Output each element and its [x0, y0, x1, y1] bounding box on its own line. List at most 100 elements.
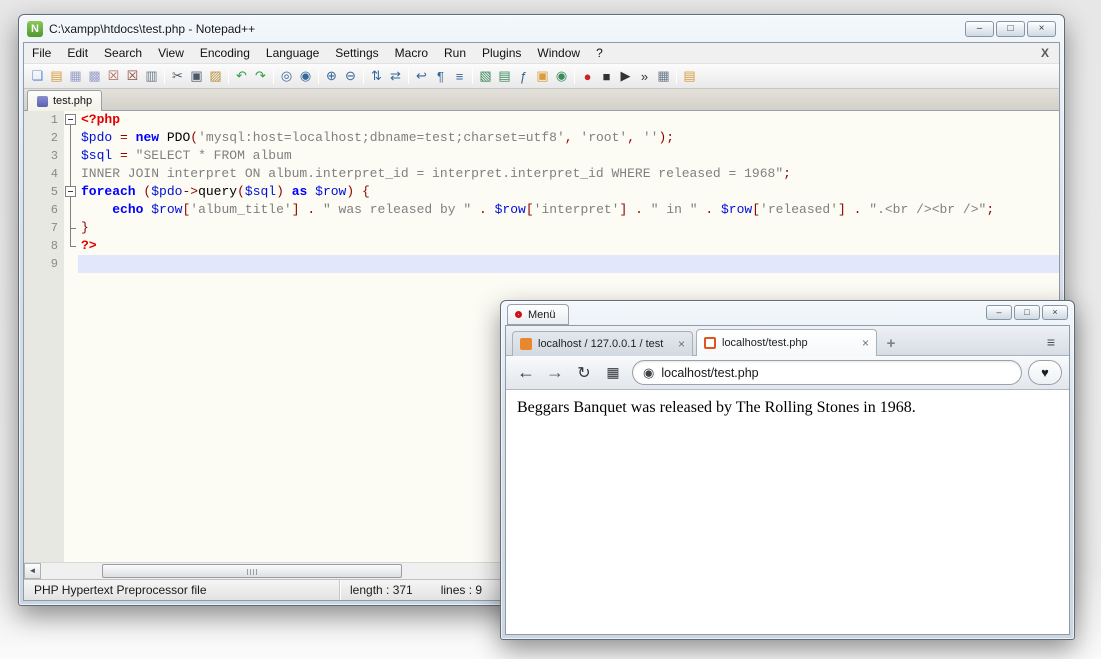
- replace-icon: ◉: [300, 68, 311, 84]
- fold-margin: [64, 219, 78, 237]
- toolbar-print-button[interactable]: ▥: [142, 67, 161, 86]
- code-line-2[interactable]: 2$pdo = new PDO('mysql:host=localhost;db…: [24, 129, 1059, 147]
- menu-item-window[interactable]: Window: [529, 44, 588, 62]
- tab-test-php[interactable]: test.php: [27, 90, 102, 111]
- line-number: 1: [24, 111, 64, 129]
- toolbar-zoom-out-button[interactable]: ⊖: [341, 67, 360, 86]
- browser-tab-1[interactable]: localhost / 127.0.0.1 / test×: [512, 331, 693, 356]
- tab-close-icon[interactable]: ×: [862, 337, 869, 349]
- close-button[interactable]: ×: [1042, 305, 1068, 320]
- monitoring-icon: ◉: [556, 68, 567, 84]
- toolbar-show-all-characters-button[interactable]: ¶: [431, 67, 450, 86]
- toolbar-redo-button[interactable]: ↷: [251, 67, 270, 86]
- scroll-left-arrow[interactable]: ◄: [24, 563, 41, 579]
- menu-item-settings[interactable]: Settings: [327, 44, 386, 62]
- opera-menu-label: Menü: [528, 309, 556, 321]
- scrollbar-thumb[interactable]: [102, 564, 402, 578]
- document-map-icon: ▧: [479, 68, 491, 84]
- forward-button[interactable]: →: [542, 360, 568, 386]
- toolbar-separator: [574, 69, 575, 84]
- zoom-in-icon: ⊕: [326, 68, 337, 84]
- toolbar-function-list-button[interactable]: ƒ: [514, 67, 533, 86]
- opera-menu-button[interactable]: Menü: [507, 304, 569, 325]
- toolbar-playback-macro-button[interactable]: ▶: [616, 67, 635, 86]
- code-line-9[interactable]: 9: [24, 255, 1059, 273]
- minimize-button[interactable]: –: [986, 305, 1012, 320]
- bookmark-heart-button[interactable]: ♥: [1028, 360, 1062, 385]
- speed-dial-icon[interactable]: ▦: [600, 360, 626, 386]
- toolbar-close-file-button[interactable]: ☒: [104, 67, 123, 86]
- address-bar[interactable]: ◉ localhost/test.php: [632, 360, 1022, 385]
- toolbar-monitoring-button[interactable]: ◉: [552, 67, 571, 86]
- fold-collapse-icon[interactable]: [65, 186, 76, 197]
- maximize-button[interactable]: □: [996, 21, 1025, 37]
- open-file-icon: ▤: [50, 68, 62, 84]
- toolbar-save-recorded-macro-button[interactable]: ▦: [654, 67, 673, 86]
- opera-titlebar[interactable]: Menü –□×: [505, 301, 1070, 325]
- toolbar-record-macro-button[interactable]: ●: [578, 67, 597, 86]
- toolbar-paste-button[interactable]: ▨: [206, 67, 225, 86]
- browser-tab-2[interactable]: localhost/test.php×: [696, 329, 877, 356]
- toolbar-document-list-button[interactable]: ▤: [495, 67, 514, 86]
- toolbar-new-file-button[interactable]: ❏: [28, 67, 47, 86]
- new-tab-button[interactable]: +: [880, 331, 902, 355]
- toolbar-document-map-button[interactable]: ▧: [476, 67, 495, 86]
- close-document-button[interactable]: X: [1031, 46, 1059, 60]
- code-line-8[interactable]: 8?>: [24, 237, 1059, 255]
- tab-list-icon[interactable]: ≡: [1039, 329, 1063, 355]
- toolbar-cut-button[interactable]: ✂: [168, 67, 187, 86]
- new-file-icon: ❏: [32, 68, 44, 84]
- code-line-3[interactable]: 3$sql = "SELECT * FROM album: [24, 147, 1059, 165]
- fold-margin: [64, 129, 78, 147]
- back-button[interactable]: ←: [513, 360, 539, 386]
- code-line-1[interactable]: 1<?php: [24, 111, 1059, 129]
- toolbar-open-file-button[interactable]: ▤: [47, 67, 66, 86]
- toolbar-sync-vertical-button[interactable]: ⇅: [367, 67, 386, 86]
- code-line-6[interactable]: 6 echo $row['album_title'] . " was relea…: [24, 201, 1059, 219]
- menu-item-file[interactable]: File: [24, 44, 59, 62]
- code-text: INNER JOIN interpret ON album.interpret_…: [78, 165, 1059, 183]
- toolbar-run-macro-multiple-button[interactable]: »: [635, 67, 654, 86]
- notepadpp-titlebar[interactable]: N C:\xampp\htdocs\test.php - Notepad++ –…: [23, 15, 1060, 42]
- line-number: 9: [24, 255, 64, 273]
- toolbar-save-all-button[interactable]: ▩: [85, 67, 104, 86]
- close-button[interactable]: ×: [1027, 21, 1056, 37]
- code-line-5[interactable]: 5foreach ($pdo->query($sql) as $row) {: [24, 183, 1059, 201]
- toolbar-folder-as-workspace-button[interactable]: ▣: [533, 67, 552, 86]
- menu-item-view[interactable]: View: [150, 44, 192, 62]
- menu-item-encoding[interactable]: Encoding: [192, 44, 258, 62]
- menu-item-help[interactable]: ?: [588, 44, 611, 62]
- toolbar-find-button[interactable]: ◎: [277, 67, 296, 86]
- fold-collapse-icon[interactable]: [65, 114, 76, 125]
- status-length: length : 371: [350, 583, 413, 597]
- maximize-button[interactable]: □: [1014, 305, 1040, 320]
- menu-item-macro[interactable]: Macro: [387, 44, 436, 62]
- toolbar-zoom-in-button[interactable]: ⊕: [322, 67, 341, 86]
- code-line-7[interactable]: 7}: [24, 219, 1059, 237]
- toolbar-indent-guide-button[interactable]: ≡: [450, 67, 469, 86]
- toolbar-sync-horizontal-button[interactable]: ⇄: [386, 67, 405, 86]
- tab-favicon-icon: [520, 338, 532, 350]
- minimize-button[interactable]: –: [965, 21, 994, 37]
- toolbar-replace-button[interactable]: ◉: [296, 67, 315, 86]
- reload-button[interactable]: ↻: [571, 360, 597, 386]
- close-all-icon: ☒: [127, 68, 139, 84]
- menu-item-edit[interactable]: Edit: [59, 44, 96, 62]
- npp-tabbar: test.php: [24, 89, 1059, 111]
- toolbar-stop-recording-button[interactable]: ■: [597, 67, 616, 86]
- toolbar-word-wrap-button[interactable]: ↩: [412, 67, 431, 86]
- menu-item-plugins[interactable]: Plugins: [474, 44, 529, 62]
- find-icon: ◎: [281, 68, 292, 84]
- menu-item-search[interactable]: Search: [96, 44, 150, 62]
- toolbar-close-all-button[interactable]: ☒: [123, 67, 142, 86]
- toolbar-save-button[interactable]: ▦: [66, 67, 85, 86]
- toolbar-plugin-button[interactable]: ▤: [680, 67, 699, 86]
- toolbar-undo-button[interactable]: ↶: [232, 67, 251, 86]
- tab-close-icon[interactable]: ×: [678, 338, 685, 350]
- fold-margin-empty: [64, 255, 78, 273]
- run-macro-multiple-icon: »: [641, 69, 648, 84]
- menu-item-run[interactable]: Run: [436, 44, 474, 62]
- toolbar-copy-button[interactable]: ▣: [187, 67, 206, 86]
- code-line-4[interactable]: 4INNER JOIN interpret ON album.interpret…: [24, 165, 1059, 183]
- menu-item-language[interactable]: Language: [258, 44, 327, 62]
